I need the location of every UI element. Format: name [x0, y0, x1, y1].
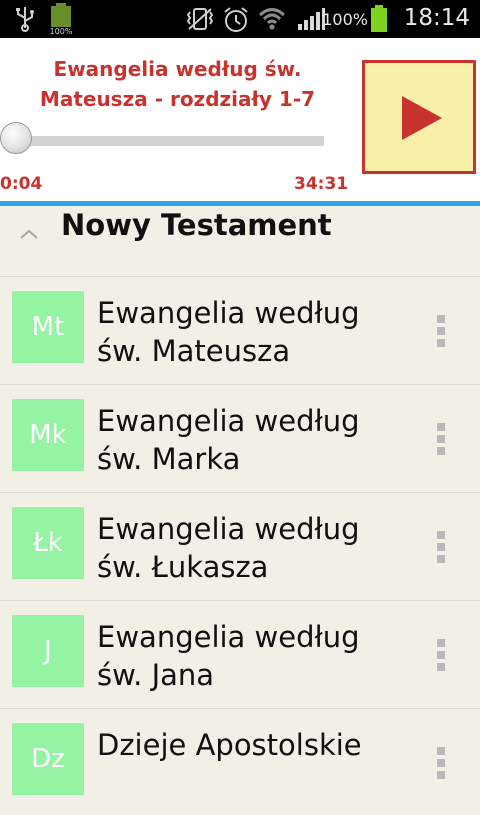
book-title: Ewangelia według św. Marka [97, 404, 360, 476]
book-badge: Dz [12, 723, 84, 795]
book-badge: Łk [12, 507, 84, 579]
track-title: Ewangelia według św. Mateusza - rozdział… [39, 57, 316, 111]
book-badge: J [12, 615, 84, 687]
book-row-mt[interactable]: Mt Ewangelia według św. Mateusza [0, 276, 480, 383]
book-row-dz[interactable]: Dz Dzieje Apostolskie [0, 708, 480, 815]
book-row-j[interactable]: J Ewangelia według św. Jana [0, 600, 480, 707]
usb-icon [16, 7, 34, 32]
group-header-nowy-testament[interactable]: Nowy Testament [0, 206, 480, 276]
clock: 18:14 [403, 5, 470, 31]
book-row-mk[interactable]: Mk Ewangelia według św. Marka [0, 384, 480, 491]
chevron-up-icon [20, 229, 38, 239]
status-bar: 100% 100% 18:14 [0, 0, 480, 38]
svg-text:100%: 100% [50, 27, 73, 35]
audio-player: Ewangelia według św. Mateusza - rozdział… [0, 38, 480, 201]
book-title: Dzieje Apostolskie [97, 728, 362, 762]
battery-icon [371, 5, 387, 32]
alarm-icon [224, 7, 248, 32]
book-row-lk[interactable]: Łk Ewangelia według św. Łukasza [0, 492, 480, 599]
group-title: Nowy Testament [61, 208, 332, 242]
seek-bar[interactable] [14, 136, 324, 146]
wifi-icon [258, 8, 286, 30]
time-total: 34:31 [294, 174, 349, 194]
more-icon[interactable] [437, 423, 447, 459]
time-elapsed: 0:04 [0, 174, 43, 194]
book-badge: Mt [12, 291, 84, 363]
more-icon[interactable] [437, 747, 447, 783]
more-icon[interactable] [437, 639, 447, 675]
more-icon[interactable] [437, 315, 447, 351]
play-button[interactable] [362, 60, 476, 174]
battery-percent: 100% [322, 10, 368, 29]
vibrate-icon [186, 8, 214, 30]
play-icon [402, 96, 442, 140]
seek-thumb[interactable] [0, 122, 32, 154]
book-title: Ewangelia według św. Jana [97, 620, 360, 692]
book-title: Ewangelia według św. Mateusza [97, 296, 360, 368]
more-icon[interactable] [437, 531, 447, 567]
battery-small-icon: 100% [50, 3, 73, 35]
book-title: Ewangelia według św. Łukasza [97, 512, 360, 584]
book-badge: Mk [12, 399, 84, 471]
